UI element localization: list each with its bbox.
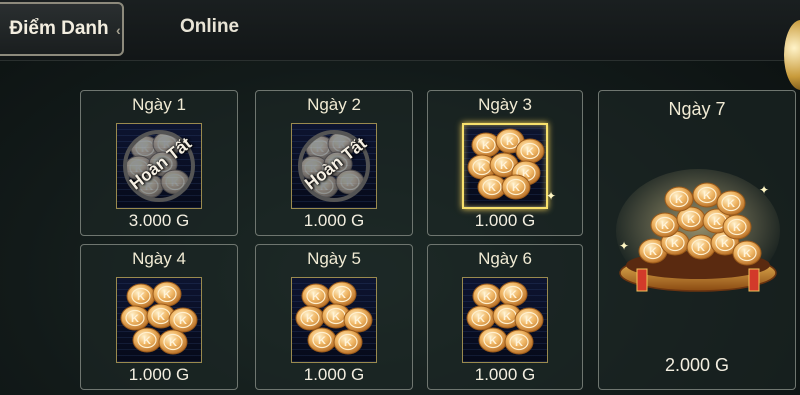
- treasure-chest-icon: [616, 169, 780, 293]
- reward-tile: [291, 277, 377, 363]
- reward-day-7[interactable]: Ngày 7 ✦ ✦ 2.000 G: [598, 90, 796, 390]
- tab-online[interactable]: Online: [180, 16, 239, 38]
- reward-day-6[interactable]: Ngày 6 1.000 G: [427, 244, 583, 390]
- reward-day-1[interactable]: Ngày 1 Hoàn Tất 3.000 G: [80, 90, 238, 236]
- sparkle-icon: ✦: [759, 183, 770, 197]
- coin-pile-icon: [467, 128, 545, 200]
- reward-day-3[interactable]: Ngày 3 ✦ 1.000 G: [427, 90, 583, 236]
- day-label: Ngày 2: [307, 95, 361, 114]
- reward-amount: 1.000 G: [128, 365, 190, 384]
- day-label: Ngày 1: [132, 95, 186, 114]
- reward-tile-highlighted: [462, 123, 548, 209]
- reward-day-2[interactable]: Ngày 2 Hoàn Tất 1.000 G: [255, 90, 413, 236]
- tab-diem-danh[interactable]: Điểm Danh ‹: [0, 2, 124, 56]
- sparkle-icon: ✦: [619, 239, 630, 253]
- reward-amount: 1.000 G: [303, 365, 365, 384]
- reward-day-5[interactable]: Ngày 5 1.000 G: [255, 244, 413, 390]
- chevron-left-icon: ‹: [116, 22, 121, 38]
- reward-day-4[interactable]: Ngày 4 1.000 G: [80, 244, 238, 390]
- tab-diem-danh-label: Điểm Danh: [9, 18, 109, 39]
- day-label: Ngày 7: [668, 99, 726, 119]
- day-label: Ngày 3: [478, 95, 532, 114]
- reward-amount: 2.000 G: [664, 355, 730, 375]
- day-label: Ngày 4: [132, 249, 186, 268]
- coin-pile-icon: [120, 281, 198, 355]
- reward-amount: 1.000 G: [474, 211, 536, 230]
- reward-tile: [462, 277, 548, 363]
- reward-tile: Hoàn Tất: [291, 123, 377, 209]
- day-label: Ngày 5: [307, 249, 361, 268]
- reward-tile: [116, 277, 202, 363]
- reward-amount: 3.000 G: [128, 211, 190, 230]
- sparkle-icon: ✦: [546, 189, 557, 203]
- reward-amount: 1.000 G: [303, 211, 365, 230]
- coin-pile-icon: [295, 281, 373, 355]
- reward-amount: 1.000 G: [474, 365, 536, 384]
- top-tab-bar: Điểm Danh ‹ Online: [0, 0, 800, 61]
- coin-pile-icon: [466, 281, 544, 355]
- reward-tile: Hoàn Tất: [116, 123, 202, 209]
- day-label: Ngày 6: [478, 249, 532, 268]
